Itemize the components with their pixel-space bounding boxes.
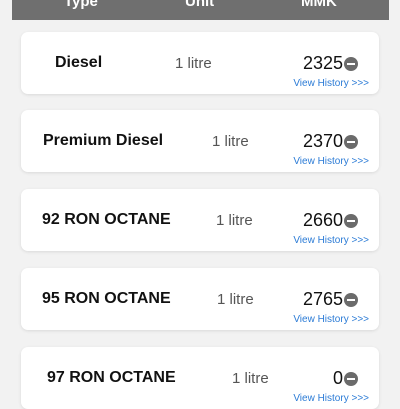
minus-circle-icon[interactable] xyxy=(344,372,358,386)
view-history-link[interactable]: View History >>> xyxy=(293,156,369,167)
fuel-unit: 1 litre xyxy=(232,370,269,387)
fuel-unit: 1 litre xyxy=(175,55,212,72)
fuel-unit: 1 litre xyxy=(216,212,253,229)
fuel-price: 0 xyxy=(332,368,343,388)
fuel-card-92-ron[interactable]: 92 RON OCTANE 1 litre 2660 View History … xyxy=(21,189,379,251)
fuel-card-diesel[interactable]: Diesel 1 litre 2325 View History >>> xyxy=(21,32,379,94)
minus-circle-icon[interactable] xyxy=(344,293,358,307)
fuel-name: 97 RON OCTANE xyxy=(47,369,176,386)
price-column-header: MMK xyxy=(301,0,337,10)
fuel-unit: 1 litre xyxy=(212,133,249,150)
minus-circle-icon[interactable] xyxy=(344,214,358,228)
fuel-name: Diesel xyxy=(55,54,103,71)
type-column-header: Type xyxy=(64,0,98,10)
fuel-price: 2765 xyxy=(302,289,343,309)
fuel-price: 2325 xyxy=(302,53,343,73)
fuel-name: 95 RON OCTANE xyxy=(42,290,171,307)
fuel-card-95-ron[interactable]: 95 RON OCTANE 1 litre 2765 View History … xyxy=(21,268,379,330)
unit-column-header: Unit xyxy=(185,0,215,10)
minus-circle-icon[interactable] xyxy=(344,135,358,149)
table-header: Type Unit MMK xyxy=(12,0,389,20)
view-history-link[interactable]: View History >>> xyxy=(293,78,369,89)
fuel-card-premium-diesel[interactable]: Premium Diesel 1 litre 2370 View History… xyxy=(21,110,379,172)
fuel-price: 2660 xyxy=(302,210,343,230)
fuel-name: Premium Diesel xyxy=(43,132,164,149)
view-history-link[interactable]: View History >>> xyxy=(293,393,369,404)
fuel-price: 2370 xyxy=(302,131,343,151)
view-history-link[interactable]: View History >>> xyxy=(293,235,369,246)
minus-circle-icon[interactable] xyxy=(344,57,358,71)
fuel-name: 92 RON OCTANE xyxy=(42,211,171,228)
view-history-link[interactable]: View History >>> xyxy=(293,314,369,325)
fuel-unit: 1 litre xyxy=(217,291,254,308)
